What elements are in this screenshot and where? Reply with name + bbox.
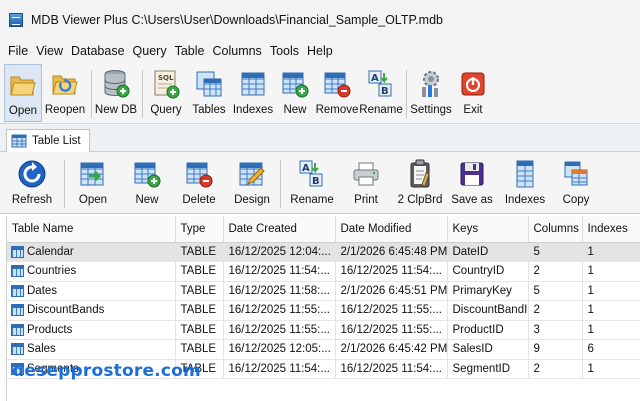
- column-header-indexes[interactable]: Indexes: [582, 216, 640, 243]
- remove-table-button[interactable]: Remove: [315, 64, 359, 122]
- tables-button[interactable]: Tables: [189, 64, 229, 122]
- table-row[interactable]: Dates TABLE 16/12/2025 11:58:... 2/1/202…: [7, 281, 640, 301]
- tab-strip: Table List: [0, 124, 640, 152]
- table-row[interactable]: Calendar TABLE 16/12/2025 12:04:... 2/1/…: [7, 242, 640, 262]
- refresh-icon: [17, 158, 47, 190]
- column-header-columns[interactable]: Columns: [528, 216, 583, 243]
- folder-open-icon: [8, 69, 38, 101]
- clipboard-button[interactable]: 2 ClpBrd: [394, 154, 446, 212]
- menu-table[interactable]: Table: [171, 44, 209, 58]
- open-button[interactable]: Open: [4, 64, 42, 122]
- table-delete-icon: [184, 158, 214, 190]
- folder-reopen-icon: [50, 68, 80, 100]
- toolbar-separator: [280, 160, 281, 208]
- query-button[interactable]: SQL Query: [147, 64, 185, 122]
- table-icon: [11, 323, 24, 336]
- column-header-keys[interactable]: Keys: [447, 216, 529, 243]
- table-row[interactable]: Products TABLE 16/12/2025 11:55:... 16/1…: [7, 320, 640, 340]
- floppy-save-icon: [457, 158, 487, 190]
- database-add-icon: [101, 68, 131, 100]
- printer-icon: [351, 158, 381, 190]
- table-add-icon: [132, 158, 162, 190]
- toolbar-separator: [142, 70, 143, 118]
- new-table-button-2[interactable]: New: [130, 154, 164, 212]
- indexes-icon: [238, 68, 268, 100]
- save-as-button[interactable]: Save as: [449, 154, 495, 212]
- svg-text:A: A: [302, 163, 310, 174]
- table-remove-icon: [322, 68, 352, 100]
- indexes-button[interactable]: Indexes: [231, 64, 275, 122]
- svg-text:SQL: SQL: [158, 74, 174, 82]
- table-list: Table Name Type Date Created Date Modifi…: [7, 216, 640, 379]
- svg-text:A: A: [371, 73, 379, 84]
- table-add-icon: [280, 68, 310, 100]
- new-db-button[interactable]: New DB: [95, 64, 137, 122]
- power-exit-icon: [458, 68, 488, 100]
- column-header-date-modified[interactable]: Date Modified: [335, 216, 448, 243]
- svg-text:B: B: [312, 176, 320, 187]
- rename-ab-icon: AB: [366, 68, 396, 100]
- toolbar-separator: [91, 70, 92, 118]
- table-copy-icon: [561, 158, 591, 190]
- tab-table-list[interactable]: Table List: [6, 129, 90, 152]
- open-table-button[interactable]: Open: [75, 154, 111, 212]
- print-button[interactable]: Print: [350, 154, 382, 212]
- settings-gear-icon: [416, 68, 446, 100]
- settings-button[interactable]: Settings: [410, 64, 452, 122]
- menu-file[interactable]: File: [4, 44, 32, 58]
- table-icon: [11, 265, 24, 278]
- table-row[interactable]: DiscountBands TABLE 16/12/2025 11:55:...…: [7, 300, 640, 321]
- refresh-button[interactable]: Refresh: [8, 154, 56, 212]
- menu-bar: File View Database Query Table Columns T…: [0, 40, 640, 62]
- table-open-icon: [78, 158, 108, 190]
- menu-columns[interactable]: Columns: [208, 44, 265, 58]
- svg-text:B: B: [381, 86, 389, 97]
- table-row[interactable]: Countries TABLE 16/12/2025 11:54:... 16/…: [7, 261, 640, 282]
- exit-button[interactable]: Exit: [457, 64, 489, 122]
- column-header-type[interactable]: Type: [175, 216, 224, 243]
- header-row: Table Name Type Date Created Date Modifi…: [7, 216, 640, 243]
- window-title: MDB Viewer Plus C:\Users\User\Downloads\…: [31, 13, 443, 27]
- new-table-button[interactable]: New: [279, 64, 311, 122]
- title-bar: MDB Viewer Plus C:\Users\User\Downloads\…: [0, 0, 640, 40]
- delete-table-button[interactable]: Delete: [180, 154, 218, 212]
- table-toolbar: Refresh Open New Delete Design AB Rename: [0, 152, 640, 214]
- toolbar-separator: [64, 160, 65, 208]
- table-design-icon: [237, 158, 267, 190]
- indexes-icon: [510, 158, 540, 190]
- column-header-table-name[interactable]: Table Name: [7, 216, 176, 243]
- rename-ab-icon: AB: [297, 158, 327, 190]
- sql-query-icon: SQL: [151, 68, 181, 100]
- table-list-icon: [11, 134, 27, 148]
- tables-icon: [194, 68, 224, 100]
- table-icon: [11, 304, 24, 317]
- toolbar-separator: [406, 70, 407, 118]
- menu-query[interactable]: Query: [129, 44, 171, 58]
- table-icon: [11, 284, 24, 297]
- menu-tools[interactable]: Tools: [266, 44, 303, 58]
- rename-button[interactable]: AB Rename: [288, 154, 336, 212]
- column-header-date-created[interactable]: Date Created: [223, 216, 336, 243]
- menu-help[interactable]: Help: [303, 44, 337, 58]
- menu-view[interactable]: View: [32, 44, 67, 58]
- table-icon: [11, 343, 24, 356]
- table-icon: [11, 245, 24, 258]
- indexes-button-2[interactable]: Indexes: [502, 154, 548, 212]
- app-icon: [9, 13, 23, 27]
- tab-label: Table List: [32, 135, 81, 147]
- watermark: desepprostore.com: [12, 361, 201, 381]
- reopen-button[interactable]: Reopen: [44, 64, 86, 122]
- design-table-button[interactable]: Design: [232, 154, 272, 212]
- table-row[interactable]: Sales TABLE 16/12/2025 12:05:... 2/1/202…: [7, 339, 640, 360]
- menu-database[interactable]: Database: [67, 44, 129, 58]
- copy-button[interactable]: Copy: [558, 154, 594, 212]
- rename-table-button[interactable]: AB Rename: [359, 64, 403, 122]
- clipboard-icon: [405, 158, 435, 190]
- main-toolbar: Open Reopen New DB SQL Query Tables Inde…: [0, 62, 640, 124]
